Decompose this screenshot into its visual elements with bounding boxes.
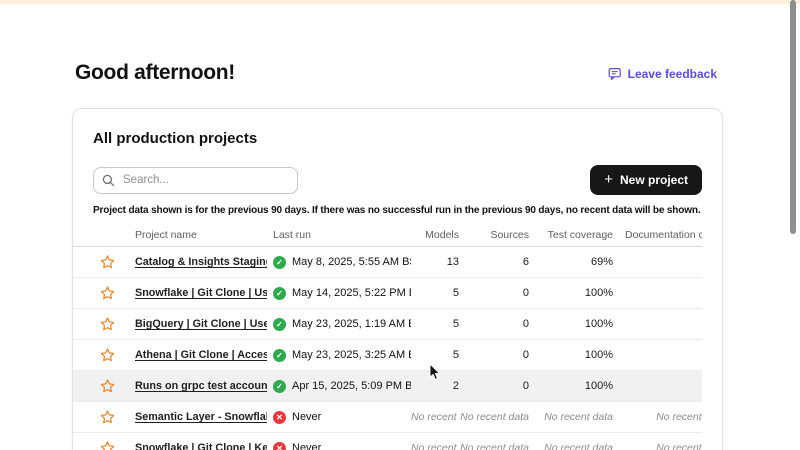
table-row[interactable]: BigQuery | Git Clone | User... ✓ May 23, 2… (73, 309, 702, 340)
project-name-cell: Athena | Git Clone | Acces... (117, 349, 267, 361)
card-title: All production projects (93, 130, 702, 147)
success-icon: ✓ (273, 256, 286, 269)
project-name-cell: Catalog & Insights Staging... (117, 256, 267, 268)
favorite-star-icon[interactable] (73, 255, 117, 269)
last-run-cell: ✓ Apr 15, 2025, 5:09 PM BST (267, 380, 411, 393)
column-header: Models (411, 229, 459, 241)
test-coverage-cell: No recent data (529, 442, 613, 450)
table-row[interactable]: Athena | Git Clone | Acces... ✓ May 23, 20… (73, 340, 702, 371)
projects-table: Project nameLast runModelsSourcesTest co… (73, 224, 702, 450)
last-run-value: May 23, 2025, 3:25 AM BST (292, 349, 411, 361)
favorite-star-icon[interactable] (73, 286, 117, 300)
last-run-value: May 14, 2025, 5:22 PM BST (292, 287, 411, 299)
last-run-value: Never (292, 442, 321, 450)
success-icon: ✓ (273, 349, 286, 362)
toolbar: + New project (93, 165, 702, 195)
last-run-cell: ✓ May 14, 2025, 5:22 PM BST (267, 287, 411, 300)
leave-feedback-label: Leave feedback (628, 67, 717, 81)
column-header: Project name (117, 229, 267, 241)
sources-cell: No recent data (459, 411, 529, 423)
last-run-value: May 8, 2025, 5:55 AM BST (292, 256, 411, 268)
last-run-cell: ✕ Never (267, 442, 411, 450)
project-name-cell: Snowflake | Git Clone | Key... (117, 442, 267, 450)
data-range-notice: Project data shown is for the previous 9… (93, 205, 702, 216)
project-name-cell: Semantic Layer - Snowflake (117, 411, 267, 423)
column-header: Documentation coverage (613, 229, 702, 241)
favorite-star-icon[interactable] (73, 379, 117, 393)
sources-cell: 0 (459, 318, 529, 330)
test-coverage-cell: 69% (529, 256, 613, 268)
project-link[interactable]: Catalog & Insights Staging... (135, 256, 267, 268)
last-run-value: May 23, 2025, 1:19 AM BST (292, 318, 411, 330)
table-row[interactable]: Runs on grpc test account ✓ Apr 15, 2025, … (73, 371, 702, 402)
table-row[interactable]: Snowflake | Git Clone | Use... ✓ May 14, 2… (73, 278, 702, 309)
failed-icon: ✕ (273, 442, 286, 450)
failed-icon: ✕ (273, 411, 286, 424)
table-body: Catalog & Insights Staging... ✓ May 8, 202… (73, 247, 702, 450)
sources-cell: 0 (459, 349, 529, 361)
new-project-button[interactable]: + New project (590, 165, 702, 195)
test-coverage-cell: No recent data (529, 411, 613, 423)
last-run-cell: ✓ May 23, 2025, 3:25 AM BST (267, 349, 411, 362)
projects-card: All production projects + New project Pr… (72, 108, 723, 450)
table-row[interactable]: Snowflake | Git Clone | Key... ✕ Never No r… (73, 433, 702, 450)
models-cell: 5 (411, 349, 459, 361)
project-link[interactable]: Snowflake | Git Clone | Key... (135, 442, 267, 450)
last-run-cell: ✓ May 23, 2025, 1:19 AM BST (267, 318, 411, 331)
models-cell: No recent data (411, 442, 459, 450)
favorite-star-icon[interactable] (73, 348, 117, 362)
doc-coverage-cell: No recent data (613, 411, 702, 423)
top-accent-strip (0, 0, 800, 4)
models-cell: No recent data (411, 411, 459, 423)
favorite-star-icon[interactable] (73, 317, 117, 331)
favorite-star-icon[interactable] (73, 410, 117, 424)
last-run-cell: ✓ May 8, 2025, 5:55 AM BST (267, 256, 411, 269)
column-header: Sources (459, 229, 529, 241)
last-run-value: Never (292, 411, 321, 423)
project-name-cell: Runs on grpc test account (117, 380, 267, 392)
project-link[interactable]: Athena | Git Clone | Acces... (135, 349, 267, 361)
project-link[interactable]: Snowflake | Git Clone | Use... (135, 287, 267, 299)
new-project-label: New project (620, 173, 688, 187)
page-title: Good afternoon! (75, 61, 235, 85)
test-coverage-cell: 100% (529, 318, 613, 330)
test-coverage-cell: 100% (529, 349, 613, 361)
feedback-bubble-icon (608, 67, 622, 81)
sources-cell: No recent data (459, 442, 529, 450)
sources-cell: 0 (459, 380, 529, 392)
table-row[interactable]: Catalog & Insights Staging... ✓ May 8, 202… (73, 247, 702, 278)
success-icon: ✓ (273, 287, 286, 300)
project-name-cell: Snowflake | Git Clone | Use... (117, 287, 267, 299)
leave-feedback-link[interactable]: Leave feedback (608, 67, 717, 81)
sources-cell: 0 (459, 287, 529, 299)
last-run-cell: ✕ Never (267, 411, 411, 424)
project-name-cell: BigQuery | Git Clone | User... (117, 318, 267, 330)
success-icon: ✓ (273, 380, 286, 393)
test-coverage-cell: 100% (529, 380, 613, 392)
last-run-value: Apr 15, 2025, 5:09 PM BST (292, 380, 411, 392)
sources-cell: 6 (459, 256, 529, 268)
favorite-star-icon[interactable] (73, 441, 117, 450)
table-row[interactable]: Semantic Layer - Snowflake ✕ Never No recen… (73, 402, 702, 433)
models-cell: 5 (411, 287, 459, 299)
project-link[interactable]: BigQuery | Git Clone | User... (135, 318, 267, 330)
search-icon (102, 174, 115, 192)
vertical-scrollbar-thumb[interactable] (790, 0, 796, 234)
models-cell: 2 (411, 380, 459, 392)
doc-coverage-cell: No recent data (613, 442, 702, 450)
models-cell: 5 (411, 318, 459, 330)
column-header: Test coverage (529, 229, 613, 241)
column-header: Last run (267, 229, 411, 241)
project-link[interactable]: Semantic Layer - Snowflake (135, 411, 267, 423)
plus-icon: + (604, 172, 613, 187)
search-box (93, 167, 298, 194)
table-header-row: Project nameLast runModelsSourcesTest co… (73, 224, 702, 247)
models-cell: 13 (411, 256, 459, 268)
search-input[interactable] (93, 167, 298, 194)
project-link[interactable]: Runs on grpc test account (135, 380, 267, 392)
success-icon: ✓ (273, 318, 286, 331)
test-coverage-cell: 100% (529, 287, 613, 299)
